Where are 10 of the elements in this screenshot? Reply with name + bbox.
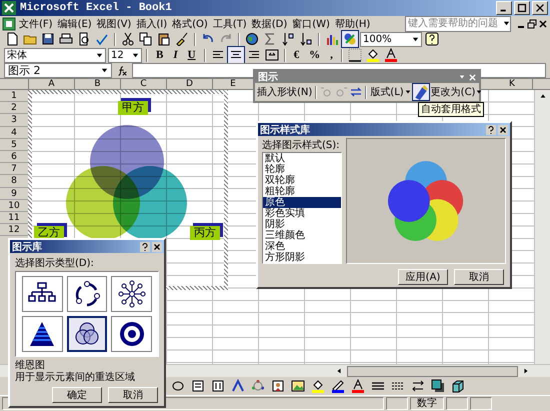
diagram-type-name: 维恩图	[14, 358, 46, 372]
tooltip: 自动套用格式	[418, 102, 484, 117]
dialog-title: 图示样式库	[260, 123, 310, 136]
window-title: Microsoft Excel - Book1	[20, 2, 172, 14]
list-label: 选择图示样式(S):	[262, 138, 341, 152]
toolbar-title: 图示	[258, 71, 278, 84]
status-text: 数字	[410, 397, 444, 410]
diagram-type-description: 用于显示元素间的重迭区域	[14, 372, 136, 384]
type-label: 选择图示类型(D):	[14, 256, 95, 271]
dialog-title: 图示库	[12, 240, 42, 254]
